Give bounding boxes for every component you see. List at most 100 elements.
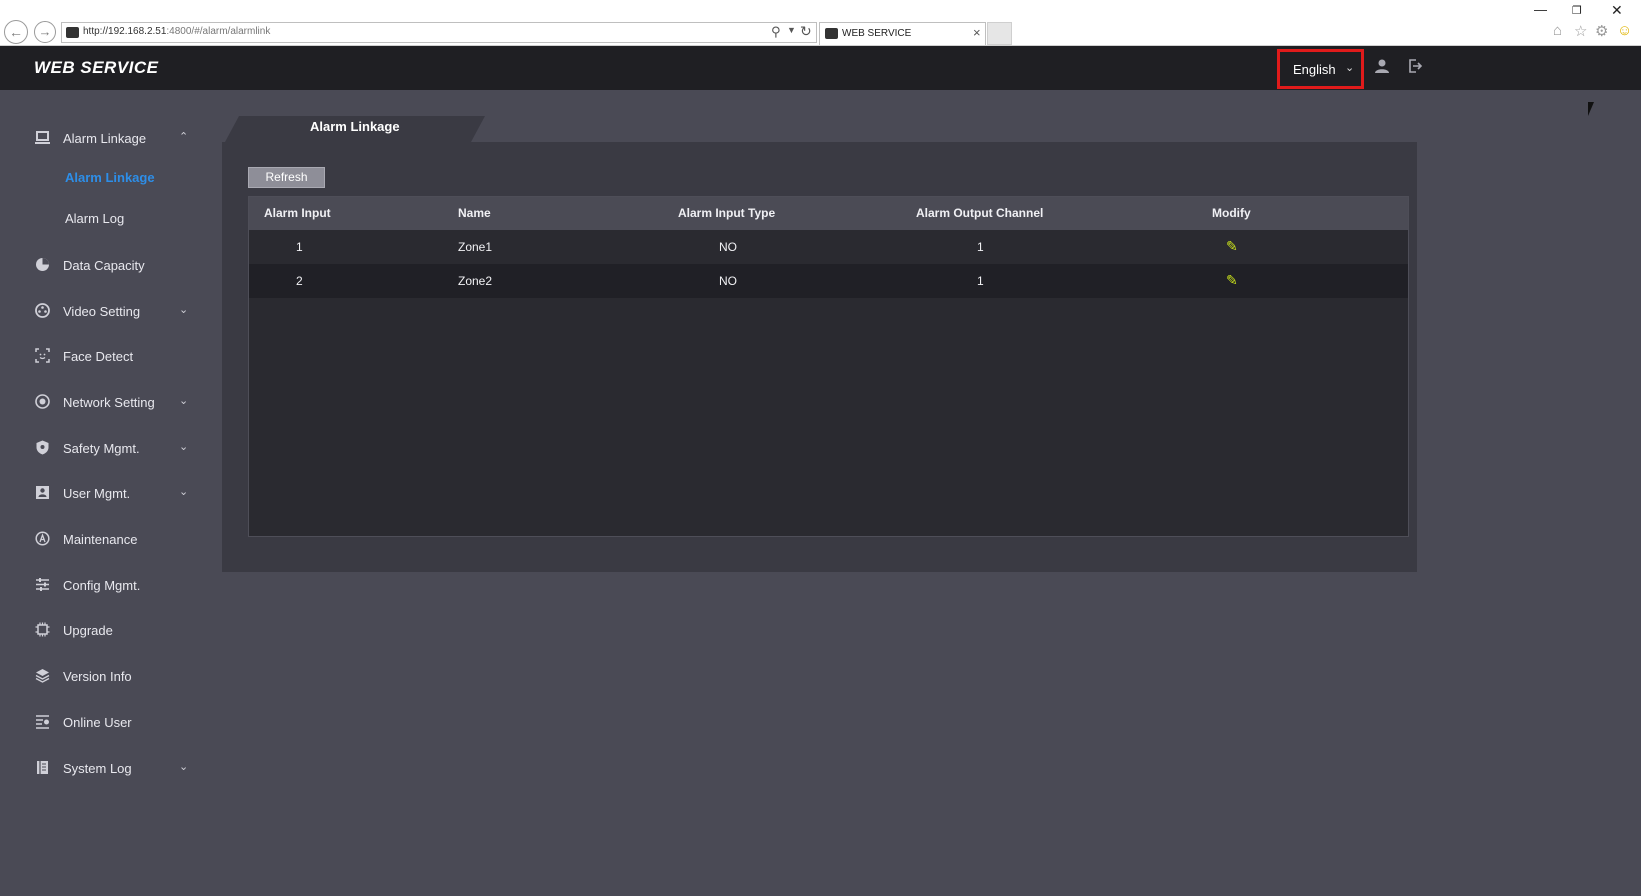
sidebar-item-label: Version Info	[63, 669, 132, 684]
sliders-icon	[34, 577, 51, 594]
language-select[interactable]: English ⌄	[1277, 49, 1364, 89]
dropdown-arrow-icon[interactable]: ▼	[787, 25, 796, 35]
mouse-cursor-icon	[1588, 102, 1600, 116]
sidebar-item-online-user[interactable]: Online User	[0, 709, 200, 739]
content-panel: Refresh Alarm Input Name Alarm Input Typ…	[222, 142, 1417, 572]
chevron-down-icon: ⌄	[179, 304, 189, 316]
site-favicon-icon	[66, 27, 79, 38]
sidebar-item-label: Data Capacity	[63, 258, 145, 273]
back-arrow-icon[interactable]: ←	[4, 20, 28, 44]
sidebar-item-data-capacity[interactable]: Data Capacity	[0, 252, 200, 282]
sidebar-subitem-alarm-linkage[interactable]: Alarm Linkage	[65, 170, 155, 185]
browser-tab[interactable]: WEB SERVICE ×	[819, 22, 986, 45]
browser-toolbar: ← → http://192.168.2.51:4800/#/alarm/ala…	[0, 0, 1641, 46]
cell-alarm-input: 2	[296, 274, 303, 288]
cell-output-channel: 1	[977, 274, 984, 288]
sidebar-item-upgrade[interactable]: Upgrade	[0, 617, 200, 647]
sidebar-item-label: Face Detect	[63, 349, 134, 364]
url-path: :4800/#/alarm/alarmlink	[166, 26, 271, 37]
sidebar-item-version-info[interactable]: Version Info	[0, 663, 200, 693]
user-card-icon	[34, 485, 51, 502]
logout-icon[interactable]	[1407, 58, 1423, 78]
search-icon[interactable]: ⚲	[771, 24, 781, 40]
sidebar-item-alarm-linkage[interactable]: Alarm Linkage ⌃	[0, 125, 200, 155]
sidebar-item-label: Alarm Linkage	[63, 131, 147, 146]
pie-chart-icon	[34, 257, 51, 274]
table-row: 2 Zone2 NO 1 ✎	[249, 264, 1408, 298]
chip-icon	[34, 622, 51, 639]
refresh-icon[interactable]: ↻	[800, 23, 812, 40]
url-host: http://192.168.2.51	[83, 26, 167, 37]
sidebar-item-video-setting[interactable]: Video Setting ⌄	[0, 298, 200, 328]
sidebar-item-label: Upgrade	[63, 623, 113, 638]
chevron-down-icon: ⌄	[179, 395, 189, 407]
address-bar[interactable]: http://192.168.2.51:4800/#/alarm/alarmli…	[61, 22, 817, 43]
cell-input-type: NO	[719, 240, 737, 254]
restore-icon[interactable]: ❐	[1572, 4, 1582, 17]
sidebar-item-label: Config Mgmt.	[63, 578, 141, 593]
face-detect-icon	[34, 348, 51, 365]
sidebar-item-system-log[interactable]: System Log ⌄	[0, 755, 200, 785]
cell-input-type: NO	[719, 274, 737, 288]
tab-label: Alarm Linkage	[310, 119, 400, 134]
tab-title: WEB SERVICE	[842, 28, 912, 39]
edit-pencil-icon[interactable]: ✎	[1226, 272, 1238, 289]
column-header-modify: Modify	[1212, 206, 1251, 220]
sidebar-item-label: Safety Mgmt.	[63, 441, 140, 456]
tab-alarm-linkage[interactable]: Alarm Linkage	[225, 116, 485, 142]
alarm-linkage-table: Alarm Input Name Alarm Input Type Alarm …	[248, 196, 1409, 537]
forward-arrow-icon[interactable]: →	[34, 21, 56, 43]
maintenance-icon	[34, 531, 51, 548]
new-tab-button[interactable]	[987, 22, 1012, 45]
network-icon	[34, 394, 51, 411]
tab-favicon-icon	[825, 28, 838, 39]
minimize-icon[interactable]: —	[1534, 2, 1547, 17]
layers-icon	[34, 668, 51, 685]
sidebar-item-safety-mgmt[interactable]: Safety Mgmt. ⌄	[0, 435, 200, 465]
sidebar-item-label: System Log	[63, 761, 132, 776]
chevron-down-icon: ⌄	[179, 761, 189, 773]
chevron-down-icon: ⌄	[179, 486, 189, 498]
sidebar-item-network-setting[interactable]: Network Setting ⌄	[0, 389, 200, 419]
cell-name: Zone1	[458, 240, 493, 254]
video-setting-icon	[34, 303, 51, 320]
table-header: Alarm Input Name Alarm Input Type Alarm …	[249, 197, 1408, 230]
alarm-linkage-icon	[34, 130, 51, 147]
smiley-icon[interactable]: ☺	[1617, 22, 1632, 39]
sidebar-item-maintenance[interactable]: Maintenance	[0, 526, 200, 556]
gear-icon[interactable]: ⚙	[1595, 22, 1608, 40]
sidebar-item-label: Maintenance	[63, 532, 138, 547]
column-header-alarm-input-type: Alarm Input Type	[678, 206, 776, 220]
star-icon[interactable]: ☆	[1574, 22, 1587, 40]
sidebar-subitem-alarm-log[interactable]: Alarm Log	[65, 211, 124, 226]
chevron-up-icon: ⌃	[179, 131, 189, 143]
column-header-name: Name	[458, 206, 491, 220]
language-label: English	[1293, 62, 1336, 77]
user-icon[interactable]	[1374, 58, 1390, 78]
app-title: WEB SERVICE	[34, 58, 159, 77]
cell-output-channel: 1	[977, 240, 984, 254]
log-book-icon	[34, 760, 51, 777]
sidebar-item-label: Video Setting	[63, 304, 141, 319]
sidebar-item-label: Network Setting	[63, 395, 155, 410]
column-header-alarm-input: Alarm Input	[264, 206, 331, 220]
chevron-down-icon: ⌄	[179, 441, 189, 453]
sidebar-item-face-detect[interactable]: Face Detect	[0, 343, 200, 373]
table-row: 1 Zone1 NO 1 ✎	[249, 230, 1408, 264]
app-header: WEB SERVICE English ⌄	[0, 46, 1641, 90]
sidebar-item-config-mgmt[interactable]: Config Mgmt.	[0, 572, 200, 602]
sidebar-item-user-mgmt[interactable]: User Mgmt. ⌄	[0, 480, 200, 510]
sidebar-item-label: User Mgmt.	[63, 486, 131, 501]
chevron-down-icon: ⌄	[1345, 62, 1355, 74]
home-icon[interactable]: ⌂	[1553, 22, 1562, 39]
sidebar-item-label: Online User	[63, 715, 132, 730]
cell-alarm-input: 1	[296, 240, 303, 254]
cell-name: Zone2	[458, 274, 493, 288]
refresh-button[interactable]: Refresh	[248, 167, 325, 188]
column-header-alarm-output-channel: Alarm Output Channel	[916, 206, 1044, 220]
close-icon[interactable]: ×	[973, 25, 981, 40]
window-close-icon[interactable]: ✕	[1611, 2, 1623, 19]
edit-pencil-icon[interactable]: ✎	[1226, 238, 1238, 255]
url-text[interactable]: http://192.168.2.51:4800/#/alarm/alarmli…	[83, 26, 270, 37]
sidebar: Alarm Linkage ⌃ Alarm Linkage Alarm Log …	[0, 90, 200, 896]
